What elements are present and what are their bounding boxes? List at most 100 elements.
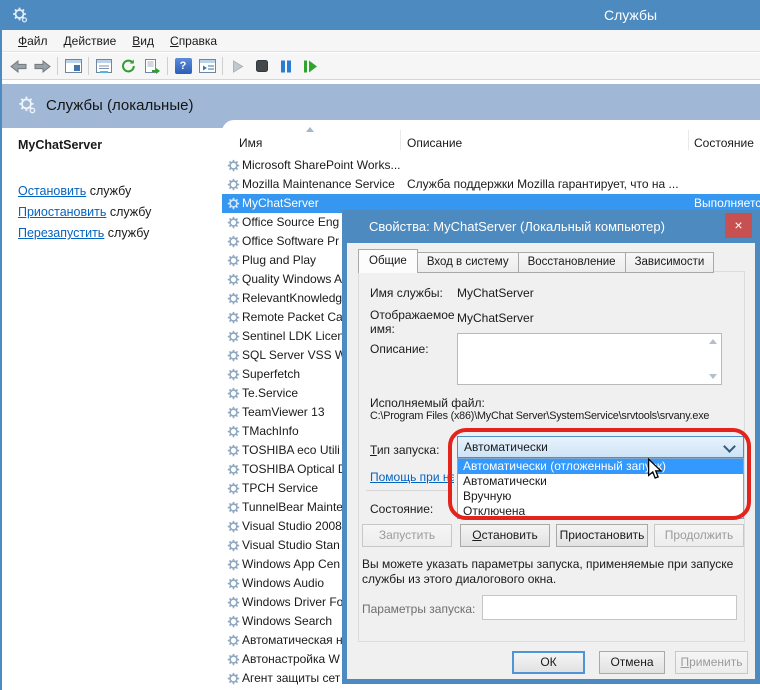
task-link-row: Остановить службу [18,184,151,205]
task-link-row: Приостановить службу [18,205,151,226]
red-callout-highlight [448,428,751,520]
toolbar-separator [88,57,89,75]
show-console-tree-button[interactable] [61,55,85,77]
services-gear-icon [12,7,28,23]
service-gear-icon [227,273,240,286]
cancel-button[interactable]: Отмена [599,651,665,674]
service-action-link[interactable]: Приостановить [18,205,106,219]
dialog-tab[interactable]: Общие [358,249,418,273]
service-gear-icon [227,292,240,305]
service-gear-icon [227,330,240,343]
service-gear-icon [227,197,240,210]
service-gear-icon [227,216,240,229]
service-gear-icon [227,501,240,514]
service-gear-icon [227,349,240,362]
start-button[interactable]: Запустить [362,524,452,547]
column-header-name[interactable]: Имя [239,136,262,150]
dialog-tab[interactable]: Восстановление [518,252,626,273]
dialog-title-bar[interactable]: Свойства: MyChatServer (Локальный компью… [342,210,760,243]
menu-item[interactable]: Действие [56,32,125,50]
stop-service-button[interactable] [250,55,274,77]
forward-icon [34,60,51,73]
service-gear-icon [227,653,240,666]
title-bar[interactable]: Службы [0,0,760,30]
refresh-button[interactable] [116,55,140,77]
restart-service-button[interactable] [298,55,322,77]
startup-parameters-input[interactable] [482,595,737,620]
export-list-icon [144,59,160,74]
properties-button[interactable] [92,55,116,77]
selected-service-name: MyChatServer [18,138,102,152]
scroll-up-icon[interactable] [709,339,717,344]
show-console-tree-icon [65,59,82,73]
startup-parameters-hint: Вы можете указать параметры запуска, при… [362,557,737,586]
banner-title: Службы (локальные) [46,97,193,114]
dialog-tab[interactable]: Вход в систему [417,252,519,273]
stop-button[interactable]: Остановить [460,524,550,547]
service-gear-icon [227,254,240,267]
service-gear-icon [227,235,240,248]
restart-service-icon [303,60,317,73]
close-button[interactable]: × [725,213,752,238]
service-gear-icon [227,672,240,685]
ok-button[interactable]: ОК [512,651,585,674]
service-gear-icon [227,159,240,172]
start-service-button[interactable] [226,55,250,77]
export-list-button[interactable] [140,55,164,77]
service-row[interactable]: Mozilla Maintenance Service Служба подде… [222,175,760,194]
column-header-description[interactable]: Описание [407,136,462,150]
service-description-cell: Служба поддержки Mozilla гарантирует, чт… [407,177,692,191]
service-gear-icon [227,463,240,476]
service-name-cell: Mozilla Maintenance Service [242,177,414,191]
executable-path: C:\Program Files (x86)\MyChat Server\Sys… [370,410,709,422]
service-action-link[interactable]: Остановить [18,184,86,198]
forward-button[interactable] [30,55,54,77]
stop-service-icon [256,60,268,72]
description-textarea[interactable] [457,333,722,385]
resume-button[interactable]: Продолжить [654,524,744,547]
help-button[interactable]: ? [171,55,195,77]
task-link-rest: службу [104,226,149,240]
service-gear-icon [227,387,240,400]
banner-gear-icon [18,96,36,114]
executable-label: Исполняемый файл: [370,396,485,410]
startup-help-link[interactable]: Помощь при нас [370,470,454,484]
apply-button[interactable]: Применить [675,651,748,674]
services-window: Службы ФайлДействиеВидСправка ? [0,0,760,690]
column-separator[interactable] [688,130,689,150]
task-link-row: Перезапустить службу [18,226,151,247]
service-gear-icon [227,577,240,590]
service-action-link[interactable]: Перезапустить [18,226,104,240]
toolbar-separator [222,57,223,75]
display-name-value: MyChatServer [457,311,534,325]
divider [366,490,452,491]
task-link-rest: службу [86,184,131,198]
status-label: Состояние: [370,502,433,516]
scroll-down-icon[interactable] [709,374,717,379]
service-gear-icon [227,615,240,628]
service-name-cell: Microsoft SharePoint Works... [242,158,414,172]
menu-item[interactable]: Справка [162,32,225,50]
window-title: Службы [604,7,657,23]
column-header-status[interactable]: Состояние [694,136,754,150]
startup-type-label: Тип запуска: [370,443,439,457]
show-window-button[interactable] [195,55,219,77]
service-name-cell: MyChatServer [242,196,414,210]
pause-service-icon [280,60,292,73]
description-label: Описание: [370,342,429,356]
task-pane: MyChatServer Остановить службу Приостано… [2,128,220,690]
pause-button[interactable]: Приостановить [556,524,648,547]
properties-icon [96,59,112,73]
column-separator[interactable] [400,130,401,150]
menu-item[interactable]: Файл [10,32,56,50]
back-button[interactable] [6,55,30,77]
close-icon: × [734,217,742,233]
service-status-cell: Выполняется [694,196,760,210]
service-gear-icon [227,406,240,419]
pause-service-button[interactable] [274,55,298,77]
service-gear-icon [227,368,240,381]
menu-item[interactable]: Вид [124,32,162,50]
service-row[interactable]: Microsoft SharePoint Works... [222,156,760,175]
dialog-tab[interactable]: Зависимости [625,252,715,273]
menu-bar: ФайлДействиеВидСправка [0,30,760,52]
